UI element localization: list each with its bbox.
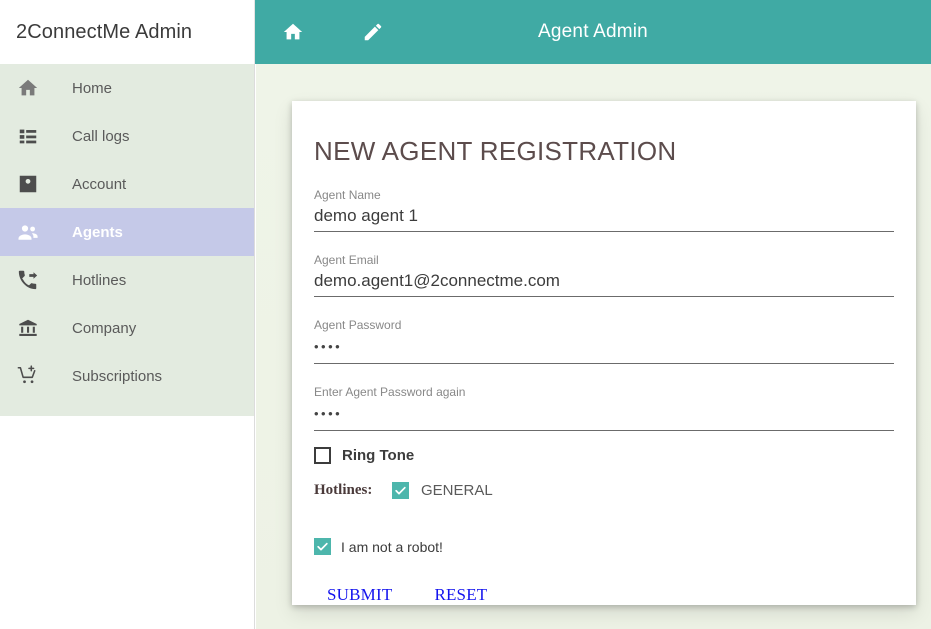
- agent-email-input[interactable]: demo.agent1@2connectme.com: [314, 267, 894, 297]
- sidebar-item-label: Company: [72, 320, 136, 337]
- not-a-robot-label: I am not a robot!: [341, 539, 443, 555]
- form-actions: SUBMIT RESET: [314, 585, 894, 605]
- bank-icon: [0, 317, 56, 339]
- content-area: NEW AGENT REGISTRATION Agent Name demo a…: [256, 64, 931, 629]
- sidebar-item-call-logs[interactable]: Call logs: [0, 112, 254, 160]
- phone-forwarded-icon: [0, 269, 56, 291]
- field-agent-email: Agent Email demo.agent1@2connectme.com: [314, 253, 894, 297]
- ring-tone-label: Ring Tone: [342, 447, 414, 464]
- hotline-general-checkbox[interactable]: [392, 482, 409, 499]
- field-agent-password: Agent Password ••••: [314, 318, 894, 364]
- home-icon: [0, 77, 56, 99]
- sidebar-item-hotlines[interactable]: Hotlines: [0, 256, 254, 304]
- sidebar-item-agents[interactable]: Agents: [0, 208, 254, 256]
- topbar-home-button[interactable]: [263, 0, 323, 64]
- top-bar: 2ConnectMe Admin Agent Admin: [0, 0, 931, 64]
- agent-password-input[interactable]: ••••: [314, 332, 894, 364]
- brand-title: 2ConnectMe Admin: [16, 21, 192, 44]
- agent-registration-card: NEW AGENT REGISTRATION Agent Name demo a…: [292, 101, 916, 605]
- add-shopping-cart-icon: [0, 365, 56, 387]
- sidebar-item-home[interactable]: Home: [0, 64, 254, 112]
- sidebar-item-subscriptions[interactable]: Subscriptions: [0, 352, 254, 400]
- hotlines-row: Hotlines: GENERAL: [314, 482, 894, 499]
- sidebar-item-company[interactable]: Company: [0, 304, 254, 352]
- sidebar-item-label: Call logs: [72, 128, 130, 145]
- hotlines-label: Hotlines:: [314, 482, 392, 499]
- ring-tone-checkbox[interactable]: [314, 447, 331, 464]
- people-icon: [0, 220, 56, 244]
- robot-row: I am not a robot!: [314, 538, 894, 555]
- agent-password-confirm-input[interactable]: ••••: [314, 399, 894, 431]
- sidebar-item-label: Account: [72, 176, 126, 193]
- edit-pencil-icon: [362, 21, 384, 43]
- sidebar-item-account[interactable]: Account: [0, 160, 254, 208]
- brand-block: 2ConnectMe Admin: [0, 0, 255, 64]
- hotline-general-label: GENERAL: [421, 482, 493, 499]
- sidebar-empty-area: [0, 416, 255, 629]
- field-agent-password-confirm: Enter Agent Password again ••••: [314, 385, 894, 431]
- field-label: Enter Agent Password again: [314, 385, 894, 399]
- agent-name-input[interactable]: demo agent 1: [314, 202, 894, 232]
- reset-button[interactable]: RESET: [434, 585, 487, 605]
- topbar-edit-button[interactable]: [343, 0, 403, 64]
- field-agent-name: Agent Name demo agent 1: [314, 188, 894, 232]
- list-icon: [0, 125, 56, 147]
- field-label: Agent Email: [314, 253, 894, 267]
- top-bar-teal-region: Agent Admin: [255, 0, 931, 64]
- not-a-robot-checkbox[interactable]: [314, 538, 331, 555]
- account-box-icon: [0, 173, 56, 195]
- sidebar-item-label: Home: [72, 80, 112, 97]
- sidebar: Home Call logs Account Agents Hotlines: [0, 64, 255, 416]
- field-label: Agent Password: [314, 318, 894, 332]
- sidebar-item-label: Subscriptions: [72, 368, 162, 385]
- field-label: Agent Name: [314, 188, 894, 202]
- sidebar-item-label: Hotlines: [72, 272, 126, 289]
- ring-tone-row: Ring Tone: [314, 447, 894, 464]
- home-icon: [282, 21, 304, 43]
- app-root: 2ConnectMe Admin Agent Admin Home: [0, 0, 931, 629]
- sidebar-item-label: Agents: [72, 224, 123, 241]
- submit-button[interactable]: SUBMIT: [327, 585, 392, 605]
- form-title: NEW AGENT REGISTRATION: [314, 101, 894, 167]
